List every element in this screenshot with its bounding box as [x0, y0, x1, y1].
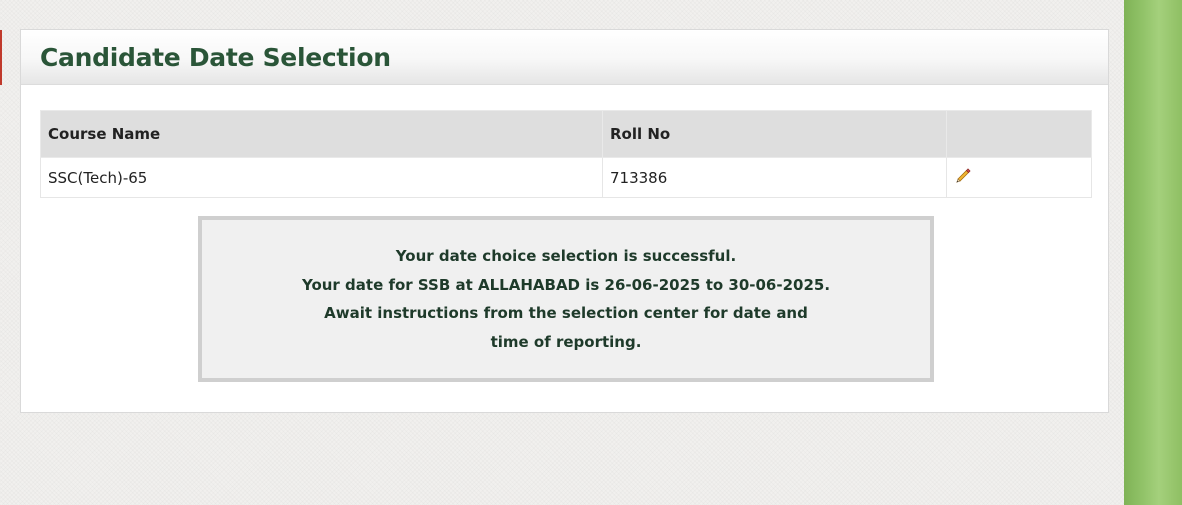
left-accent-bar — [0, 30, 2, 85]
header-roll-no: Roll No — [602, 110, 947, 158]
candidate-date-panel: Candidate Date Selection Course Name Rol… — [20, 29, 1109, 413]
candidate-table: Course Name Roll No SSC(Tech)-65 713386 — [40, 110, 1092, 198]
edit-pencil-icon-graphic — [956, 168, 971, 183]
cell-roll-no: 713386 — [602, 157, 947, 198]
message-line-success: Your date choice selection is successful… — [395, 247, 737, 265]
success-message-box: Your date choice selection is successful… — [198, 216, 934, 382]
header-course-name: Course Name — [40, 110, 603, 158]
cell-course-name: SSC(Tech)-65 — [40, 157, 603, 198]
edit-pencil-icon[interactable] — [954, 166, 972, 184]
table-header-row: Course Name Roll No — [40, 110, 1092, 158]
cell-action — [946, 157, 1092, 198]
page-title: Candidate Date Selection — [40, 43, 391, 72]
message-line-instructions: Await instructions from the selection ce… — [324, 304, 808, 351]
table-row: SSC(Tech)-65 713386 — [40, 157, 1092, 198]
header-action — [946, 110, 1092, 158]
message-line-date: Your date for SSB at ALLAHABAD is 26-06-… — [301, 275, 831, 294]
side-decoration-strip — [1124, 0, 1182, 505]
panel-header: Candidate Date Selection — [21, 30, 1108, 85]
